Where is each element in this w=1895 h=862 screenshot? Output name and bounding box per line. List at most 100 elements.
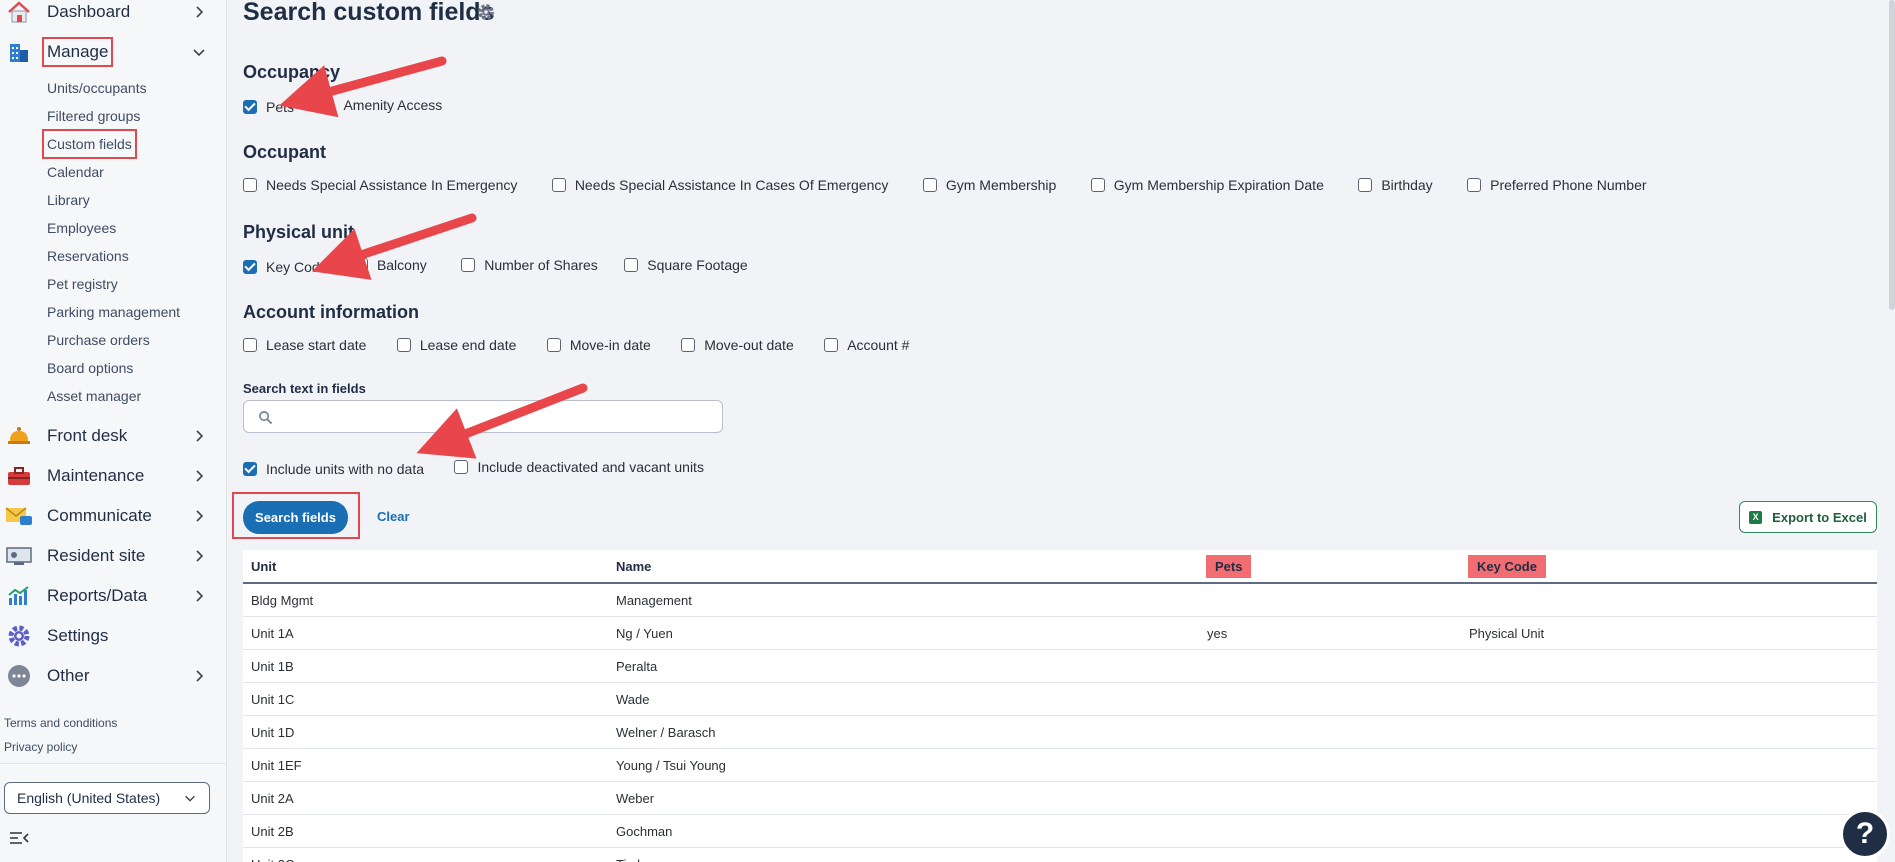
search-input[interactable] bbox=[282, 405, 712, 429]
nav-communicate[interactable]: Communicate bbox=[0, 499, 227, 533]
column-header-unit[interactable]: Unit bbox=[251, 550, 276, 582]
checkbox-box[interactable] bbox=[1358, 178, 1373, 192]
nav-resident-site[interactable]: Resident site bbox=[0, 539, 227, 573]
checkbox-box[interactable] bbox=[353, 258, 368, 272]
privacy-link[interactable]: Privacy policy bbox=[4, 740, 77, 754]
table-row[interactable]: Unit 2A Weber bbox=[243, 782, 1877, 815]
cell-unit: Unit 1D bbox=[251, 724, 295, 740]
checkbox-label: Preferred Phone Number bbox=[1490, 177, 1647, 193]
checkbox-label: Account # bbox=[847, 337, 910, 353]
cell-name: Peralta bbox=[616, 658, 658, 674]
checkbox-account-number[interactable]: Account # bbox=[824, 335, 909, 355]
scrollbar[interactable] bbox=[1889, 0, 1895, 310]
sub-library[interactable]: Library bbox=[47, 190, 90, 210]
checkbox-box[interactable] bbox=[243, 462, 257, 476]
table-row[interactable]: Unit 1EF Young / Tsui Young bbox=[243, 749, 1877, 782]
checkbox-label: Gym Membership bbox=[945, 177, 1057, 193]
checkbox-move-in[interactable]: Move-in date bbox=[546, 335, 651, 355]
column-header-name[interactable]: Name bbox=[616, 550, 651, 582]
help-button[interactable]: ? bbox=[1840, 809, 1890, 859]
divider bbox=[0, 763, 227, 764]
search-fields-button[interactable]: Search fields bbox=[243, 501, 348, 534]
checkbox-balcony[interactable]: Balcony bbox=[353, 255, 427, 275]
sub-asset-manager[interactable]: Asset manager bbox=[47, 386, 141, 406]
nav-label: Settings bbox=[47, 626, 109, 645]
checkbox-box[interactable] bbox=[624, 258, 639, 272]
checkbox-box[interactable] bbox=[681, 338, 696, 352]
checkbox-gym-membership[interactable]: Gym Membership bbox=[922, 175, 1057, 195]
sub-custom-fields[interactable]: Custom fields bbox=[42, 129, 137, 159]
checkbox-box[interactable] bbox=[243, 260, 257, 274]
nav-front-desk[interactable]: Front desk bbox=[0, 419, 227, 453]
checkbox-amenity-access[interactable]: Amenity Access bbox=[320, 95, 442, 115]
table-row[interactable]: Unit 1D Welner / Barasch bbox=[243, 716, 1877, 749]
nav-dashboard[interactable]: Dashboard bbox=[0, 0, 227, 29]
checkbox-include-deactivated[interactable]: Include deactivated and vacant units bbox=[454, 457, 704, 477]
nav-maintenance[interactable]: Maintenance bbox=[0, 459, 227, 493]
collapse-menu-icon[interactable] bbox=[8, 830, 30, 846]
checkbox-label: Include units with no data bbox=[266, 461, 424, 477]
checkbox-move-out[interactable]: Move-out date bbox=[681, 335, 794, 355]
table-row[interactable]: Unit 2B Gochman bbox=[243, 815, 1877, 848]
sub-parking-management[interactable]: Parking management bbox=[47, 302, 180, 322]
search-field[interactable] bbox=[243, 400, 723, 433]
checkbox-box[interactable] bbox=[243, 100, 257, 114]
sub-reservations[interactable]: Reservations bbox=[47, 246, 129, 266]
checkbox-box[interactable] bbox=[551, 178, 566, 192]
sub-filtered-groups[interactable]: Filtered groups bbox=[47, 106, 140, 126]
checkbox-box[interactable] bbox=[461, 258, 476, 272]
checkbox-box[interactable] bbox=[243, 178, 257, 192]
checkbox-box[interactable] bbox=[454, 460, 469, 474]
checkbox-box[interactable] bbox=[396, 338, 411, 352]
sub-pet-registry[interactable]: Pet registry bbox=[47, 274, 118, 294]
checkbox-box[interactable] bbox=[1090, 178, 1105, 192]
checkbox-lease-end[interactable]: Lease end date bbox=[396, 335, 516, 355]
sub-employees[interactable]: Employees bbox=[47, 218, 116, 238]
checkbox-box[interactable] bbox=[243, 338, 257, 352]
nav-label: Manage bbox=[41, 37, 114, 67]
gear-icon[interactable] bbox=[477, 3, 495, 21]
language-select[interactable]: English (United States) bbox=[4, 782, 210, 814]
checkbox-number-of-shares[interactable]: Number of Shares bbox=[461, 255, 598, 275]
cell-unit: Unit 2C bbox=[251, 848, 294, 862]
checkbox-key-code[interactable]: Key Code bbox=[243, 257, 327, 277]
checkbox-box[interactable] bbox=[824, 338, 839, 352]
table-row[interactable]: Unit 1A Ng / Yuen yes Physical Unit bbox=[243, 617, 1877, 650]
export-excel-button[interactable]: X Export to Excel bbox=[1739, 501, 1877, 533]
checkbox-needs-assistance-cases[interactable]: Needs Special Assistance In Cases Of Eme… bbox=[551, 175, 888, 195]
column-header-pets[interactable]: Pets bbox=[1206, 550, 1252, 582]
sub-board-options[interactable]: Board options bbox=[47, 358, 133, 378]
nav-manage[interactable]: Manage bbox=[0, 35, 227, 69]
clear-link[interactable]: Clear bbox=[377, 509, 410, 524]
checkbox-pets[interactable]: Pets bbox=[243, 97, 294, 117]
sub-units-occupants[interactable]: Units/occupants bbox=[47, 78, 147, 98]
checkbox-box[interactable] bbox=[1467, 178, 1482, 192]
terms-link[interactable]: Terms and conditions bbox=[4, 716, 117, 730]
table-row[interactable]: Unit 1B Peralta bbox=[243, 650, 1877, 683]
checkbox-lease-start[interactable]: Lease start date bbox=[243, 335, 366, 355]
checkbox-include-no-data[interactable]: Include units with no data bbox=[243, 459, 424, 479]
checkbox-square-footage[interactable]: Square Footage bbox=[624, 255, 748, 275]
checkbox-box[interactable] bbox=[922, 178, 937, 192]
nav-settings[interactable]: Settings bbox=[0, 619, 227, 653]
sub-calendar[interactable]: Calendar bbox=[47, 162, 104, 182]
nav-other[interactable]: Other bbox=[0, 659, 227, 693]
column-header-key-code[interactable]: Key Code bbox=[1468, 550, 1546, 582]
excel-icon: X bbox=[1749, 510, 1763, 524]
table-row[interactable]: Unit 2C Timbers bbox=[243, 848, 1877, 862]
checkbox-box[interactable] bbox=[546, 338, 561, 352]
sidebar: Dashboard Manage Units/occupants Filtere… bbox=[0, 0, 227, 862]
more-icon bbox=[5, 664, 33, 688]
table-row[interactable]: Bldg Mgmt Management bbox=[243, 584, 1877, 617]
main-content: Search custom fields Occupancy Pets Amen… bbox=[232, 0, 1895, 862]
sub-purchase-orders[interactable]: Purchase orders bbox=[47, 330, 150, 350]
checkbox-needs-assistance-emergency[interactable]: Needs Special Assistance In Emergency bbox=[243, 175, 517, 195]
nav-reports-data[interactable]: Reports/Data bbox=[0, 579, 227, 613]
checkbox-gym-expiration[interactable]: Gym Membership Expiration Date bbox=[1090, 175, 1324, 195]
cell-unit: Bldg Mgmt bbox=[251, 592, 314, 608]
checkbox-box[interactable] bbox=[320, 98, 335, 112]
checkbox-preferred-phone[interactable]: Preferred Phone Number bbox=[1467, 175, 1647, 195]
cell-name: Ng / Yuen bbox=[616, 625, 673, 641]
checkbox-birthday[interactable]: Birthday bbox=[1358, 175, 1433, 195]
table-row[interactable]: Unit 1C Wade bbox=[243, 683, 1877, 716]
